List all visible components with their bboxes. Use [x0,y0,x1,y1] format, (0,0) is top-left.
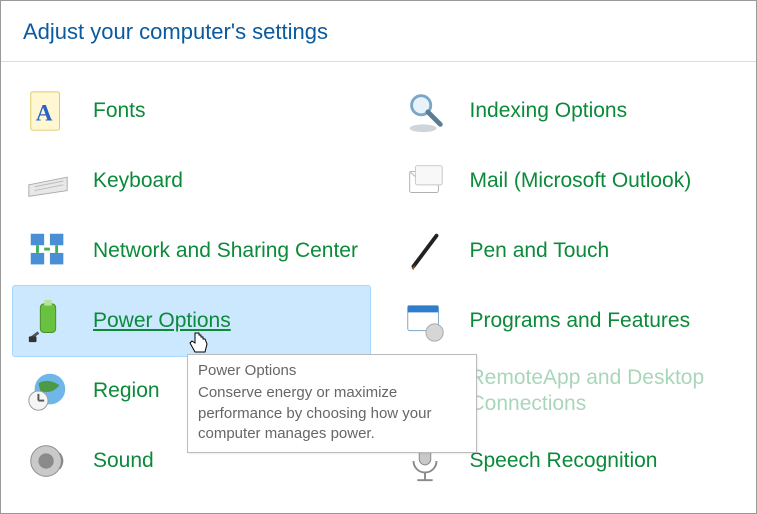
sound-icon [21,434,75,488]
svg-text:A: A [36,101,53,126]
item-label: Network and Sharing Center [75,238,358,264]
item-pen-touch[interactable]: Pen and Touch [390,216,747,286]
tooltip-title: Power Options [198,361,466,381]
region-icon [21,364,75,418]
item-network-sharing[interactable]: Network and Sharing Center [13,216,370,286]
item-label: Pen and Touch [452,238,610,264]
mail-icon [398,154,452,208]
item-label: Sound [75,448,154,474]
page-title: Adjust your computer's settings [1,1,756,62]
pen-icon [398,224,452,278]
tooltip-body: Conserve energy or maximize performance … [198,383,466,444]
item-label: Mail (Microsoft Outlook) [452,168,692,194]
fonts-icon: A [21,84,75,138]
network-icon [21,224,75,278]
item-label: Power Options [75,308,231,334]
item-label: RemoteApp and Desktop Connections [452,365,739,418]
item-indexing-options[interactable]: Indexing Options [390,76,747,146]
item-label: Keyboard [75,168,183,194]
tooltip: Power Options Conserve energy or maximiz… [187,354,477,453]
item-power-options[interactable]: Power Options [13,286,370,356]
item-keyboard[interactable]: Keyboard [13,146,370,216]
item-label: Programs and Features [452,308,691,334]
keyboard-icon [21,154,75,208]
magnifier-icon [398,84,452,138]
item-label: Fonts [75,98,146,124]
power-icon [21,294,75,348]
programs-icon [398,294,452,348]
item-label: Speech Recognition [452,448,658,474]
item-fonts[interactable]: A Fonts [13,76,370,146]
item-label: Region [75,378,160,404]
item-mail[interactable]: Mail (Microsoft Outlook) [390,146,747,216]
item-programs-features[interactable]: Programs and Features [390,286,747,356]
item-label: Indexing Options [452,98,628,124]
